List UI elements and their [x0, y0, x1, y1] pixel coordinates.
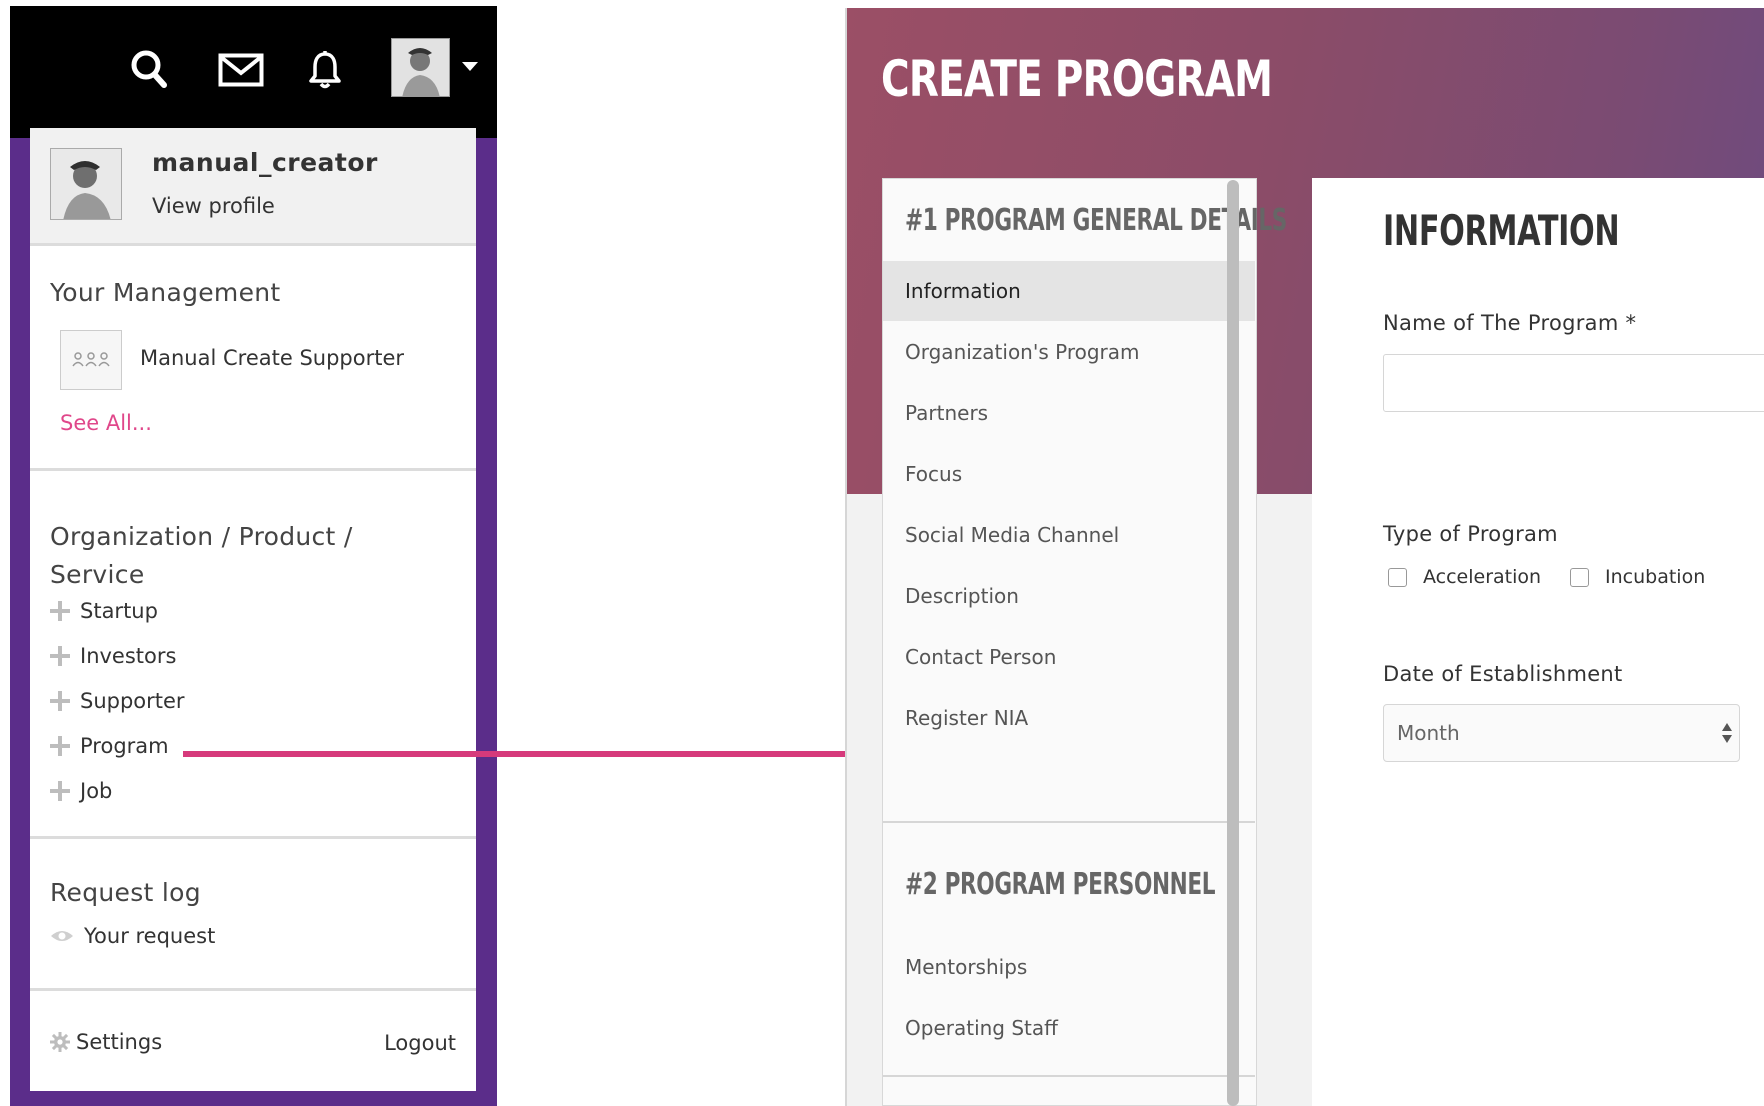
- create-program-page: CREATE PROGRAM #1 PROGRAM GENERAL DETAIL…: [845, 8, 1764, 1106]
- search-icon[interactable]: [121, 42, 177, 98]
- avatar[interactable]: [50, 148, 122, 220]
- profile-summary: manual_creator View profile: [30, 128, 476, 246]
- incubation-checkbox[interactable]: Incubation: [1570, 566, 1705, 588]
- create-job-item[interactable]: Job: [50, 776, 112, 806]
- create-startup-item[interactable]: Startup: [50, 596, 158, 626]
- program-name-label: Name of The Program *: [1383, 311, 1637, 335]
- plus-icon: [50, 646, 70, 666]
- step-item-social-media-channel[interactable]: Social Media Channel: [883, 505, 1255, 565]
- divider: [30, 836, 476, 839]
- steps-navigation: #1 PROGRAM GENERAL DETAILS Information O…: [882, 178, 1287, 1106]
- gear-icon: [50, 1032, 70, 1052]
- your-request-label: Your request: [84, 924, 216, 948]
- month-select-value: Month: [1397, 721, 1460, 745]
- eye-icon: [51, 931, 73, 941]
- divider: [30, 468, 476, 471]
- page-title: CREATE PROGRAM: [881, 50, 1273, 108]
- establishment-date-label: Date of Establishment: [1383, 662, 1623, 686]
- step-heading-personnel: #2 PROGRAM PERSONNEL: [905, 867, 1216, 902]
- plus-icon: [50, 736, 70, 756]
- bell-icon[interactable]: [297, 42, 353, 98]
- item-label: Startup: [80, 599, 158, 623]
- create-supporter-item[interactable]: Supporter: [50, 686, 185, 716]
- checkbox-box[interactable]: [1570, 567, 1589, 587]
- create-program-item[interactable]: Program: [50, 731, 169, 761]
- item-label: Job: [80, 779, 113, 803]
- step-item-register-nia[interactable]: Register NIA: [883, 688, 1255, 748]
- supporter-logo[interactable]: [60, 330, 122, 390]
- select-arrows-icon: [1721, 723, 1733, 745]
- item-label: Investors: [80, 644, 177, 668]
- supporter-name-link[interactable]: Manual Create Supporter: [140, 346, 404, 370]
- information-form: INFORMATION Name of The Program * Type o…: [1312, 178, 1764, 1106]
- step-item-organizations-program[interactable]: Organization's Program: [883, 322, 1255, 382]
- plus-icon: [50, 691, 70, 711]
- settings-link[interactable]: Settings: [50, 1030, 162, 1054]
- user-dropdown-panel: manual_creator View profile Your Managem…: [10, 6, 497, 1106]
- mail-icon[interactable]: [213, 42, 269, 98]
- settings-label: Settings: [76, 1030, 163, 1054]
- section-title-management: Your Management: [50, 278, 281, 307]
- acceleration-checkbox[interactable]: Acceleration: [1388, 566, 1541, 588]
- step-item-contact-person[interactable]: Contact Person: [883, 627, 1255, 687]
- username: manual_creator: [152, 148, 378, 177]
- logout-link[interactable]: Logout: [384, 1031, 456, 1055]
- item-label: Supporter: [80, 689, 185, 713]
- item-label: Program: [80, 734, 169, 758]
- checkbox-box[interactable]: [1388, 567, 1407, 587]
- plus-icon: [50, 601, 70, 621]
- step-item-mentorships[interactable]: Mentorships: [883, 937, 1255, 997]
- plus-icon: [50, 781, 70, 801]
- create-investors-item[interactable]: Investors: [50, 641, 176, 671]
- program-name-input[interactable]: [1383, 354, 1764, 412]
- account-menu: manual_creator View profile Your Managem…: [30, 128, 476, 1091]
- steps-scrollbar[interactable]: [1227, 180, 1239, 1106]
- checkbox-label: Incubation: [1605, 566, 1706, 588]
- callout-connector-line: [183, 751, 846, 757]
- top-navigation-bar: [10, 6, 497, 138]
- checkbox-label: Acceleration: [1423, 566, 1542, 588]
- step-item-operating-staff[interactable]: Operating Staff: [883, 998, 1255, 1058]
- your-request-link[interactable]: Your request: [50, 924, 215, 948]
- section-title-request-log: Request log: [50, 878, 201, 907]
- step-item-focus[interactable]: Focus: [883, 444, 1255, 504]
- divider: [30, 988, 476, 991]
- section-title-organization: Organization / Product / Service: [50, 522, 353, 589]
- step-item-information[interactable]: Information: [883, 261, 1255, 321]
- step-item-description[interactable]: Description: [883, 566, 1255, 626]
- divider: [883, 1075, 1255, 1077]
- month-select[interactable]: Month: [1383, 704, 1740, 762]
- program-type-label: Type of Program: [1383, 522, 1558, 546]
- divider: [883, 821, 1255, 823]
- user-avatar[interactable]: [391, 38, 450, 97]
- see-all-link[interactable]: See All...: [60, 411, 152, 435]
- chevron-down-icon[interactable]: [462, 62, 478, 71]
- step-item-partners[interactable]: Partners: [883, 383, 1255, 443]
- form-title: INFORMATION: [1383, 206, 1620, 255]
- view-profile-link[interactable]: View profile: [152, 194, 275, 218]
